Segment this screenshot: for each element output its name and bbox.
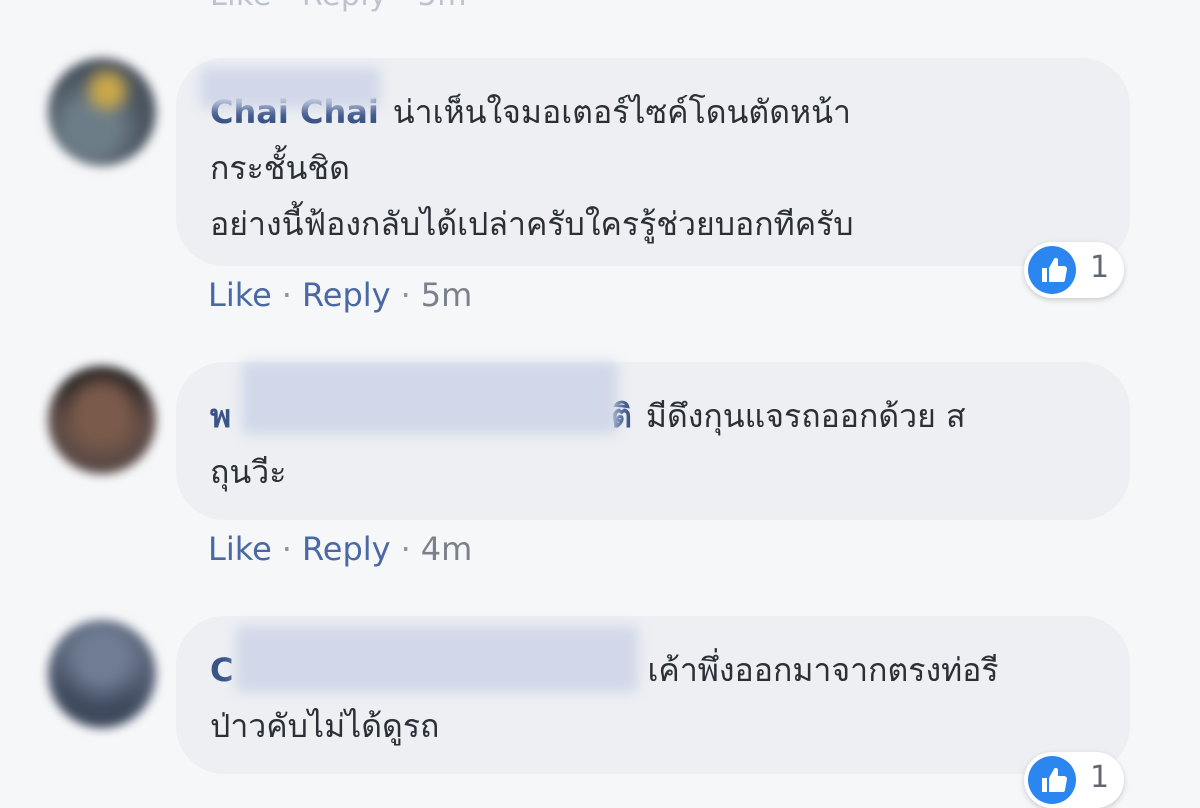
- comment-actions: Like · Reply · 4m: [208, 530, 472, 568]
- previous-comment-actions: Like · Reply · 5m: [210, 0, 467, 13]
- comment-text-line: ป่าวคับไม่ได้ดูรถ: [210, 707, 440, 745]
- comment-text-line: ถุนวีะ: [210, 453, 287, 491]
- comment-text-line: เค้าพึ่งออกมาจากตรงท่อรี: [647, 651, 999, 689]
- comment-timestamp[interactable]: 5m: [421, 276, 473, 314]
- like-link[interactable]: Like: [208, 530, 272, 568]
- comment-text-line: อย่างนี้ฟ้องกลับได้เปล่าครับใครรู้ช่วยบอ…: [210, 205, 854, 243]
- comment-actions: Like · Reply · 5m: [208, 276, 472, 314]
- separator: ·: [400, 276, 411, 314]
- comment-bubble: C เค้าพึ่งออกมาจากตรงท่อรี ป่าวคับไม่ได้ด…: [176, 616, 1130, 774]
- comment-bubble: พติ มีดึงกุนแจรถออกด้วย ส ถุนวีะ: [176, 362, 1130, 520]
- comment-bubble: Chai Chai น่าเห็นใจมอเตอร์ไซค์โดนตัดหน้า …: [176, 58, 1130, 266]
- reaction-count: 1: [1090, 250, 1110, 285]
- author-name-redaction: [200, 68, 380, 108]
- thumbs-up-icon: [1028, 246, 1076, 294]
- comment-text-line: น่าเห็นใจมอเตอร์ไซค์โดนตัดหน้า: [392, 93, 851, 131]
- comment-text: Chai Chai น่าเห็นใจมอเตอร์ไซค์โดนตัดหน้า …: [210, 84, 1090, 252]
- separator: ·: [281, 530, 292, 568]
- separator: ·: [281, 276, 292, 314]
- like-link[interactable]: Like: [208, 276, 272, 314]
- author-name-redaction: [242, 362, 618, 434]
- comment-timestamp[interactable]: 4m: [421, 530, 473, 568]
- reply-link[interactable]: Reply: [302, 276, 391, 314]
- comment-text-line: มีดึงกุนแจรถออกด้วย ส: [645, 397, 966, 435]
- avatar[interactable]: [48, 620, 156, 728]
- author-name-redaction: [236, 626, 638, 692]
- author-name-start: C: [210, 651, 234, 689]
- separator: ·: [400, 530, 411, 568]
- reaction-count: 1: [1090, 760, 1110, 795]
- avatar[interactable]: [48, 366, 156, 474]
- comment-text-line: กระชั้นชิด: [210, 149, 350, 187]
- reaction-summary[interactable]: 1: [1024, 242, 1124, 298]
- author-name-start: พ: [210, 397, 232, 435]
- thumbs-up-icon: [1028, 756, 1076, 804]
- reaction-summary[interactable]: 1: [1024, 752, 1124, 808]
- avatar[interactable]: [48, 58, 156, 166]
- reply-link[interactable]: Reply: [302, 530, 391, 568]
